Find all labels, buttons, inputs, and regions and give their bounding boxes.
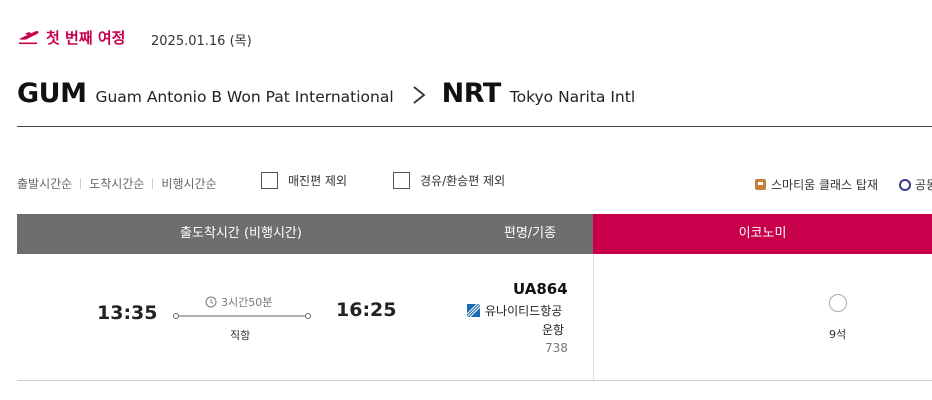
column-divider xyxy=(593,254,594,380)
stops-label: 직항 xyxy=(230,329,251,342)
exclude-sold-out-checkbox[interactable] xyxy=(261,172,278,189)
flight-number[interactable]: UA864 xyxy=(513,280,568,298)
exclude-sold-out-filter[interactable]: 매진편 제외 xyxy=(261,172,347,189)
operated-label: 운항 xyxy=(542,323,565,337)
flight-duration: 3시간50분 xyxy=(205,294,272,310)
flight-timeline xyxy=(173,313,311,319)
exclude-sold-out-label: 매진편 제외 xyxy=(288,174,348,188)
clock-icon xyxy=(205,296,217,308)
route-divider xyxy=(17,126,932,127)
sort-by-arrival[interactable]: 도착시간순 xyxy=(89,175,144,192)
sort-separator xyxy=(80,178,82,189)
sort-by-departure[interactable]: 출발시간순 xyxy=(17,175,72,192)
header-time: 출도착시간 (비행시간) xyxy=(180,226,302,241)
economy-fare-radio[interactable] xyxy=(829,294,847,312)
origin-airport-name: Guam Antonio B Won Pat International xyxy=(95,88,394,106)
legend-smartium: 스마티움 클래스 탑재 xyxy=(755,176,878,193)
airline-info: 유나이티드항공 xyxy=(467,302,562,319)
destination-code: NRT xyxy=(441,78,502,109)
legend-codeshare-label: 공동 xyxy=(915,178,932,192)
smartium-seat-icon xyxy=(755,179,766,190)
journey-title: 첫 번째 여정 xyxy=(46,29,126,47)
chevron-right-icon xyxy=(413,86,426,104)
journey-date: 2025.01.16 (목) xyxy=(151,34,252,49)
legend-codeshare: 공동 xyxy=(899,176,932,193)
legend-smartium-label: 스마티움 클래스 탑재 xyxy=(771,178,878,192)
airline-name: 유나이티드항공 xyxy=(485,304,563,318)
row-divider xyxy=(17,380,932,381)
sort-by-duration[interactable]: 비행시간순 xyxy=(161,175,216,192)
exclude-connecting-filter[interactable]: 경유/환승편 제외 xyxy=(393,172,505,189)
route-header: GUM Guam Antonio B Won Pat International… xyxy=(17,78,635,112)
codeshare-ring-icon xyxy=(899,178,911,191)
united-airlines-logo-icon xyxy=(467,304,480,317)
arrival-time: 16:25 xyxy=(336,299,397,321)
duration-text: 3시간50분 xyxy=(221,296,273,309)
header-economy: 이코노미 xyxy=(738,226,787,241)
destination-airport-name: Tokyo Narita Intl xyxy=(509,88,636,106)
sort-options: 출발시간순 도착시간순 비행시간순 xyxy=(17,175,217,192)
exclude-connecting-checkbox[interactable] xyxy=(393,172,410,189)
departure-time: 13:35 xyxy=(97,302,158,324)
plane-takeoff-icon xyxy=(19,31,39,45)
economy-seats-left: 9석 xyxy=(829,328,847,341)
header-flight: 편명/기종 xyxy=(503,226,557,241)
aircraft-type: 738 xyxy=(545,341,568,355)
exclude-connecting-label: 경유/환승편 제외 xyxy=(420,174,506,188)
origin-code: GUM xyxy=(17,78,87,109)
sort-separator xyxy=(152,178,154,189)
